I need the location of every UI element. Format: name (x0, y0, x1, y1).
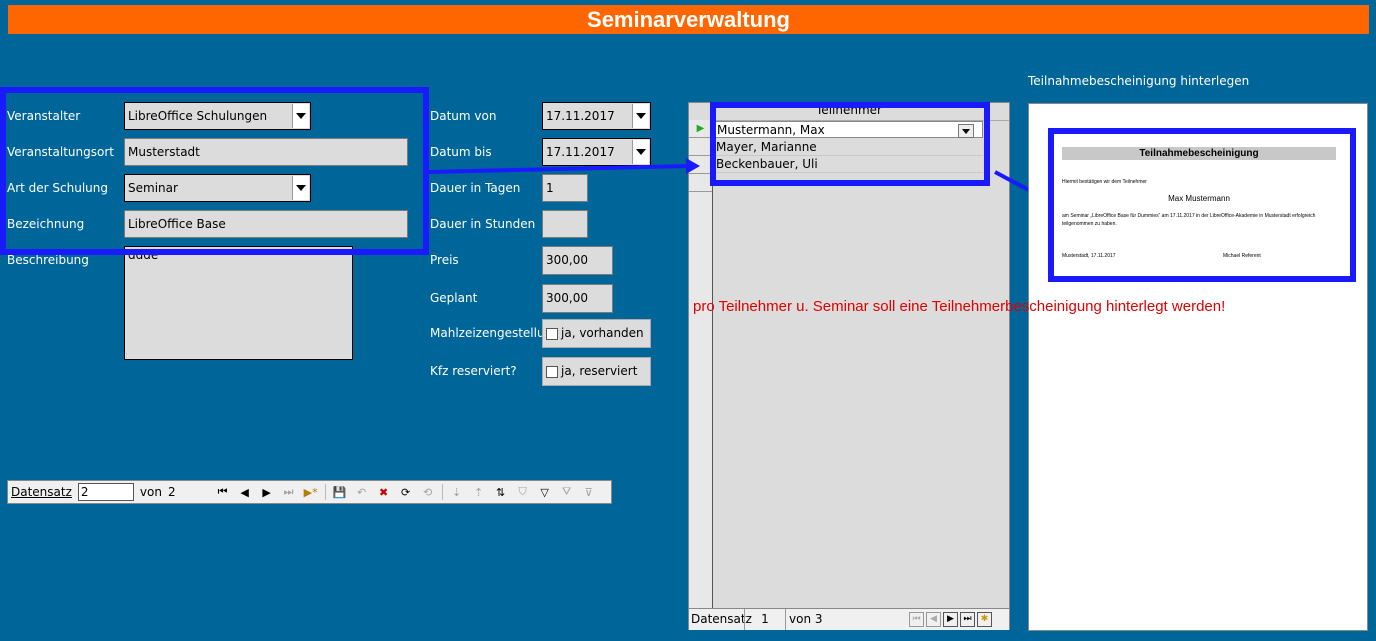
arrow-form-to-participants (428, 158, 700, 174)
annotation-text: pro Teilnehmer u. Seminar soll eine Teil… (693, 298, 1226, 315)
certificate-caption: Teilnahmebescheinigung hinterlegen (1028, 74, 1250, 88)
highlight-box-certificate (1048, 128, 1356, 282)
